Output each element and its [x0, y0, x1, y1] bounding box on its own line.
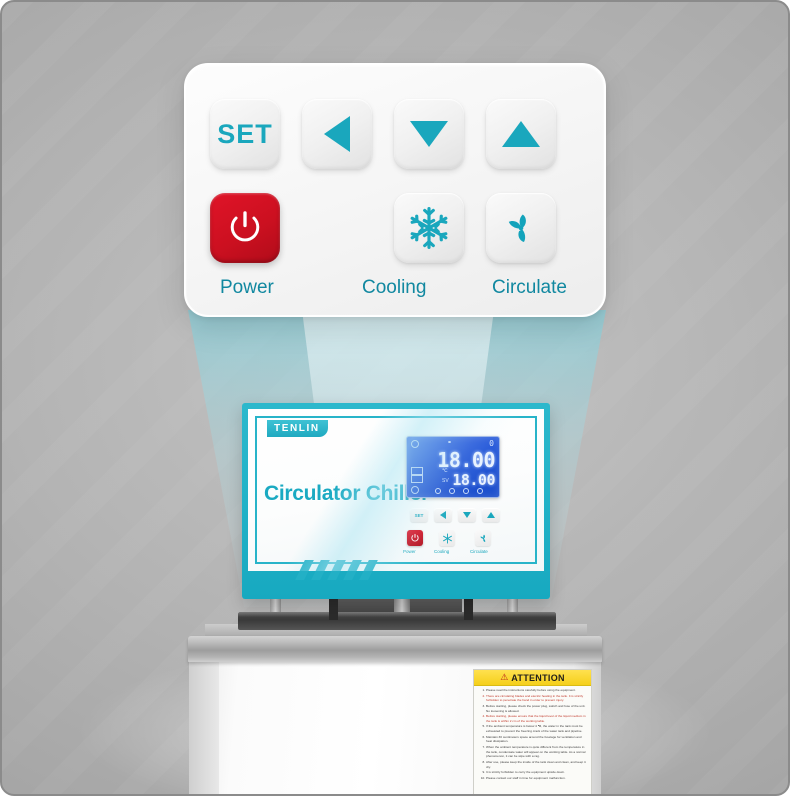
- device-set-key-label: SET: [414, 512, 424, 518]
- lcd-sv-label: SV: [442, 478, 449, 484]
- lcd-mode-box-2: [411, 475, 423, 483]
- lcd-corner-indicator-bottom: [411, 486, 419, 494]
- callout-circulate-button[interactable]: [486, 193, 556, 263]
- fan-icon: [508, 214, 526, 243]
- product-image-stage: ⚠ ATTENTION Please read the instructions…: [0, 0, 790, 796]
- callout-power-label: Power: [220, 277, 274, 298]
- device-steel-rim: [188, 636, 602, 662]
- triangle-down-icon: [410, 121, 448, 147]
- warning-triangle-icon: ⚠: [500, 672, 509, 682]
- brand-badge: TENLIN: [267, 420, 328, 437]
- decorative-stripes: [295, 560, 378, 580]
- keypad-callout-panel: SET Power Cooling Circulate: [184, 63, 606, 317]
- attention-sticker: ⚠ ATTENTION Please read the instructions…: [473, 669, 592, 794]
- lcd-mode-box-1: [411, 467, 423, 475]
- triangle-left-icon: [440, 511, 446, 519]
- device-cooling-key[interactable]: Cooling: [434, 530, 455, 554]
- device-circulate-label: Circulate: [470, 549, 488, 554]
- device-cooling-label: Cooling: [434, 549, 450, 554]
- lcd-top-right-value: 0: [489, 439, 494, 448]
- callout-set-button[interactable]: SET: [210, 99, 280, 169]
- attention-item: After use, please keep the inside of the…: [486, 760, 588, 769]
- triangle-down-icon: [463, 512, 471, 518]
- device-set-key[interactable]: SET: [410, 508, 428, 522]
- power-icon: [230, 211, 260, 242]
- callout-button-labels: Power Cooling Circulate: [210, 277, 580, 305]
- device-circulate-key[interactable]: Circulate: [470, 530, 491, 554]
- attention-item: Before starting, please check the power …: [486, 704, 588, 713]
- attention-item: It is strictly forbidden to carry the eq…: [486, 770, 588, 775]
- callout-keypad-gap: [302, 193, 372, 263]
- callout-left-arrow-button[interactable]: [302, 99, 372, 169]
- device-power-label: Power: [403, 549, 416, 554]
- lcd-process-value: 18.00: [437, 448, 495, 472]
- attention-item: Please read the instructions carefully b…: [486, 688, 588, 693]
- callout-down-arrow-button[interactable]: [394, 99, 464, 169]
- device-keypad-row-2: Power Cooling Circulate: [403, 530, 503, 558]
- lcd-corner-indicator-top: [411, 440, 419, 448]
- lcd-display: ⚭ 0 ℃ SV 18.00 18.00: [406, 436, 500, 498]
- callout-cooling-label: Cooling: [362, 277, 427, 298]
- snowflake-icon: [410, 207, 448, 249]
- callout-circulate-label: Circulate: [492, 277, 567, 298]
- attention-sticker-header: ⚠ ATTENTION: [474, 670, 591, 686]
- attention-item: There are circulating blades and electri…: [486, 694, 588, 703]
- lcd-status-icon: ⚭: [447, 440, 453, 446]
- lcd-indicator-dots: [435, 488, 483, 494]
- device-power-key[interactable]: Power: [403, 530, 423, 554]
- lcd-set-value: 18.00: [452, 471, 495, 489]
- triangle-left-icon: [324, 116, 350, 152]
- attention-item: Please contact our staff in time for equ…: [486, 776, 588, 781]
- attention-item-list: Please read the instructions carefully b…: [477, 688, 588, 781]
- callout-cooling-button[interactable]: [394, 193, 464, 263]
- callout-set-label: SET: [217, 118, 273, 149]
- attention-item: Before starting, please ensure that the …: [486, 714, 588, 723]
- callout-power-button[interactable]: [210, 193, 280, 263]
- device-up-arrow-key[interactable]: [482, 508, 500, 522]
- device-keypad-row-1: SET: [410, 508, 500, 524]
- product-name-label: Circulator Chiller: [264, 482, 429, 505]
- attention-item: If the ambient temperature is below 4 ℃,…: [486, 724, 588, 733]
- device-cabinet-left-edge: [189, 658, 219, 794]
- device-down-arrow-key[interactable]: [458, 508, 476, 522]
- device-left-arrow-key[interactable]: [434, 508, 452, 522]
- attention-title: ATTENTION: [511, 672, 565, 683]
- triangle-up-icon: [487, 512, 495, 518]
- attention-item: Maintain 30 centimeters space around the…: [486, 735, 588, 744]
- callout-keypad-row-1: SET: [210, 99, 556, 169]
- fan-icon: [479, 534, 485, 542]
- triangle-up-icon: [502, 121, 540, 147]
- power-icon: [411, 533, 419, 542]
- attention-item: When the ambient temperature is quite di…: [486, 745, 588, 759]
- callout-up-arrow-button[interactable]: [486, 99, 556, 169]
- snowflake-icon: [442, 532, 452, 544]
- callout-keypad-row-2: [210, 193, 556, 263]
